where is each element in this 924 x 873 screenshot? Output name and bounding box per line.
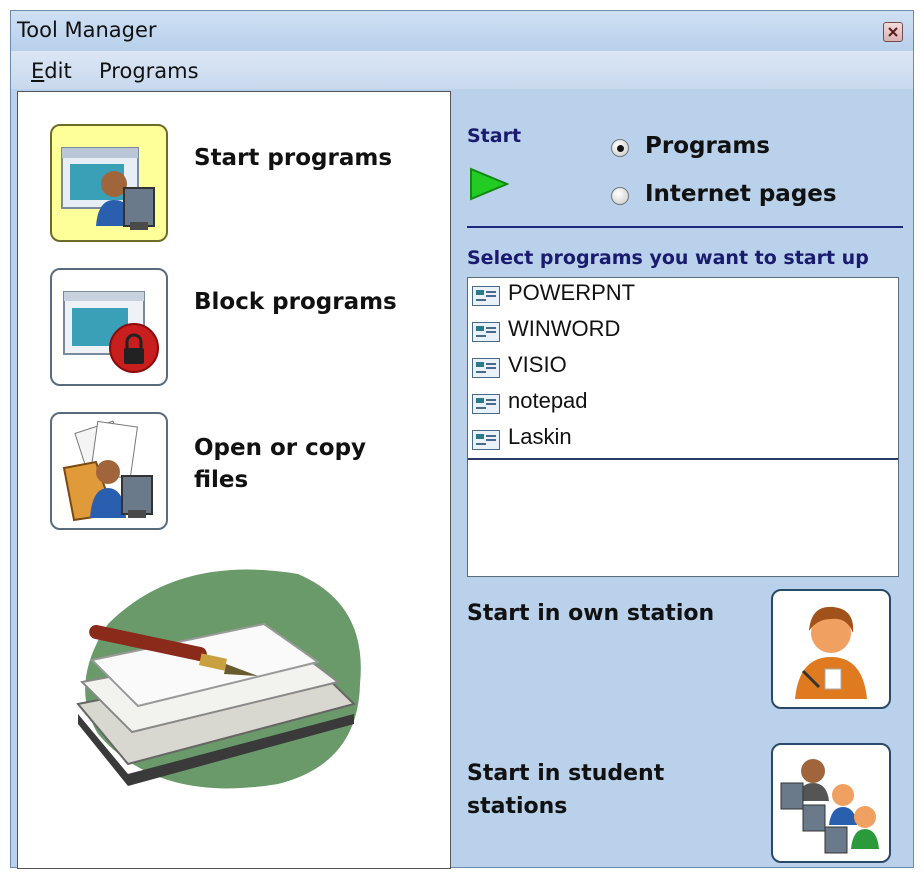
program-icon xyxy=(472,286,500,306)
menu-edit-label: dit xyxy=(44,59,72,83)
start-own-station-label: Start in own station xyxy=(467,601,715,626)
close-button[interactable] xyxy=(883,22,903,42)
program-name: POWERPNT xyxy=(508,280,636,305)
open-copy-files-label-line2: files xyxy=(194,467,249,493)
teacher-icon xyxy=(795,606,867,699)
start-student-stations-label-line1: Start in student xyxy=(467,761,665,786)
open-copy-files-label-line1: Open or copy xyxy=(194,435,367,461)
start-programs-button[interactable] xyxy=(50,124,168,242)
start-own-station-button[interactable] xyxy=(771,589,891,709)
program-icon xyxy=(472,394,500,414)
start-programs-label: Start programs xyxy=(194,145,393,171)
program-name: Laskin xyxy=(508,424,572,449)
program-icon xyxy=(472,358,500,378)
students-icon xyxy=(780,759,879,854)
select-programs-header: Select programs you want to start up xyxy=(467,247,869,269)
program-name: WINWORD xyxy=(508,316,621,341)
options-panel: Start Programs Internet pages Select pro… xyxy=(453,91,909,869)
radio-programs-label: Programs xyxy=(645,133,770,159)
tool-manager-window: Tool Manager Edit Programs Start program… xyxy=(10,10,914,869)
close-icon xyxy=(888,27,898,37)
menu-edit-accel: E xyxy=(31,59,45,83)
program-icon xyxy=(472,322,500,342)
start-programs-icon xyxy=(61,147,155,230)
radio-internet-pages-label: Internet pages xyxy=(645,181,837,207)
title-bar[interactable]: Tool Manager xyxy=(11,11,913,51)
block-programs-icon xyxy=(63,291,159,373)
radio-internet-pages-button[interactable] xyxy=(611,187,629,205)
program-icon xyxy=(472,430,500,450)
start-student-stations-button[interactable] xyxy=(771,743,891,863)
block-programs-button[interactable] xyxy=(50,268,168,386)
menu-edit[interactable]: Edit xyxy=(31,59,72,83)
block-programs-label: Block programs xyxy=(194,289,397,315)
menu-programs-label: Programs xyxy=(99,59,199,83)
program-name: VISIO xyxy=(508,352,567,377)
notebook-pen-clipart xyxy=(76,569,361,789)
menu-programs[interactable]: Programs xyxy=(99,59,199,83)
programs-listbox[interactable]: POWERPNT WINWORD VISIO notepad Laskin xyxy=(467,277,899,577)
tools-panel: Start programs Block programs Open or co… xyxy=(17,91,451,869)
radio-programs-button[interactable] xyxy=(611,139,629,157)
play-icon[interactable] xyxy=(469,167,509,201)
section-divider xyxy=(467,226,903,228)
open-copy-files-icon xyxy=(62,420,153,522)
program-name: notepad xyxy=(508,388,588,413)
window-title: Tool Manager xyxy=(17,18,157,42)
menu-bar: Edit Programs xyxy=(11,51,913,89)
radio-programs-dot xyxy=(617,145,624,152)
start-student-stations-label-line2: stations xyxy=(467,794,568,819)
list-divider xyxy=(468,458,898,460)
start-label: Start xyxy=(467,125,522,147)
open-copy-files-button[interactable] xyxy=(50,412,168,530)
